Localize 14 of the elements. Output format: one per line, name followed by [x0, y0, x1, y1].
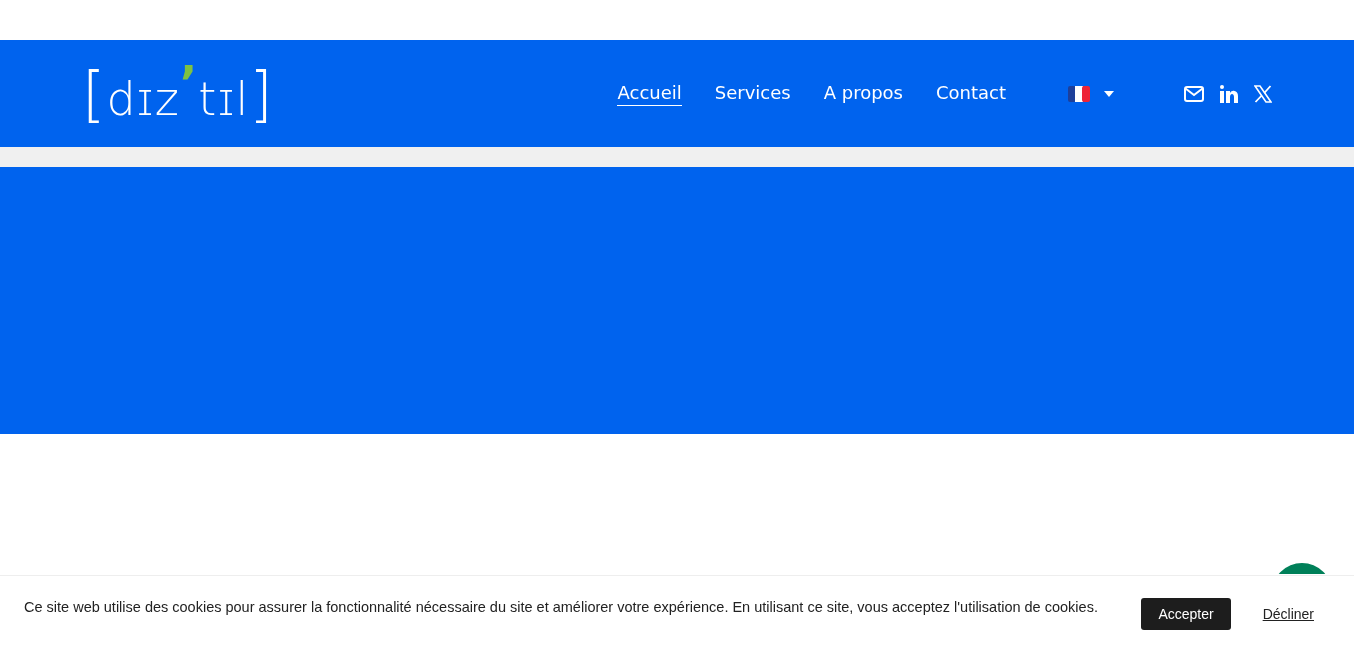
mail-icon[interactable] — [1184, 85, 1204, 102]
logo[interactable]: [dɪz’tɪl] — [82, 58, 274, 129]
accept-button[interactable]: Accepter — [1141, 597, 1231, 630]
decline-link[interactable]: Décliner — [1262, 605, 1314, 622]
nav-link[interactable]: A propos — [823, 81, 903, 106]
flag-icon — [1068, 85, 1090, 102]
nav-link[interactable]: Accueil — [617, 81, 682, 106]
x-logo-icon[interactable] — [1254, 84, 1272, 103]
nav-link[interactable]: Contact — [935, 81, 1006, 106]
cookie-message: Ce site web utilise des cookies pour assurer la fonctionnalité nécessaire du site et améliorer votre expérience. En utilisant ce site, vous acceptez l'utilisation de cookies. — [24, 598, 1098, 615]
linkedin-icon[interactable] — [1220, 84, 1238, 103]
language-selector[interactable] — [1068, 85, 1114, 102]
nav-link[interactable]: Services — [714, 81, 791, 106]
caret-icon — [1104, 90, 1114, 97]
